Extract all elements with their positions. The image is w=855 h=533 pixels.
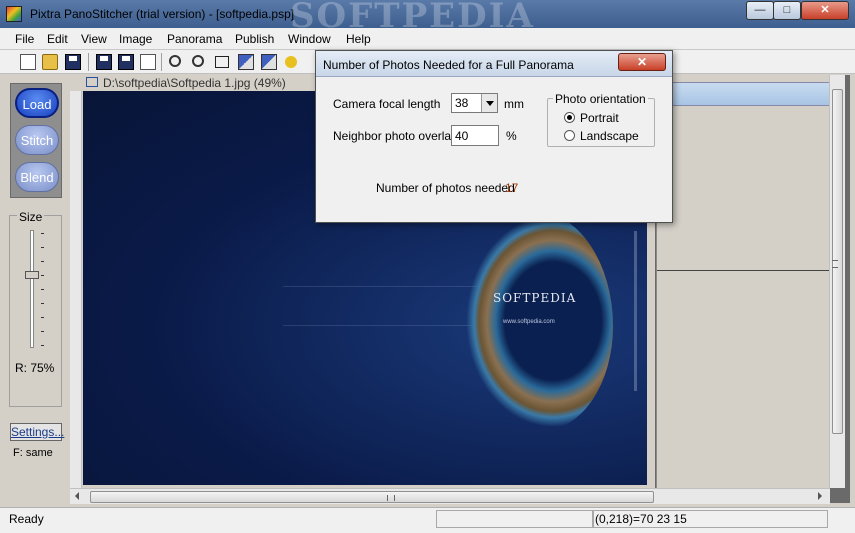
toolbar-separator (161, 53, 162, 71)
scroll-right-icon[interactable] (818, 492, 822, 500)
slider-tick (41, 275, 44, 276)
document-left-scrollbar[interactable] (70, 91, 82, 488)
slider-tick (41, 233, 44, 234)
zoom-out-icon[interactable] (192, 55, 204, 67)
load-button[interactable]: Load (15, 88, 59, 118)
horizontal-scrollbar-thumb[interactable] (90, 491, 654, 503)
right-scrollbar[interactable] (829, 75, 845, 488)
status-ready: Ready (9, 512, 44, 526)
close-button[interactable]: ✕ (801, 1, 849, 20)
focal-length-unit: mm (504, 97, 524, 111)
landscape-label[interactable]: Landscape (580, 129, 639, 143)
size-label: Size (17, 210, 45, 224)
scroll-left-icon[interactable] (75, 492, 79, 500)
slider-tick (41, 289, 44, 290)
action-button-group: Load Stitch Blend (10, 83, 62, 198)
slider-tick (41, 317, 44, 318)
menu-publish[interactable]: Publish (235, 32, 274, 46)
chevron-down-icon[interactable] (481, 94, 497, 112)
save-as-icon[interactable] (118, 54, 134, 70)
zoom-in-icon[interactable] (169, 55, 181, 67)
tile-icon[interactable] (238, 54, 254, 70)
print-icon[interactable] (140, 54, 156, 70)
right-pane (656, 75, 830, 488)
menu-edit[interactable]: Edit (47, 32, 68, 46)
document-icon (86, 77, 98, 87)
maximize-button[interactable]: □ (773, 1, 801, 20)
menu-window[interactable]: Window (288, 32, 331, 46)
status-bar: Ready (0,218)=70 23 15 (0, 507, 855, 533)
slider-tick (41, 303, 44, 304)
app-icon[interactable] (6, 6, 22, 22)
fit-window-icon[interactable] (215, 56, 229, 68)
slider-tick (41, 261, 44, 262)
overlap-unit: % (506, 129, 517, 143)
focal-length-label: Camera focal length (333, 97, 441, 111)
menu-panorama[interactable]: Panorama (167, 32, 222, 46)
landscape-radio[interactable] (564, 130, 575, 141)
status-cell (436, 510, 593, 528)
dialog-title: Number of Photos Needed for a Full Panor… (323, 58, 574, 72)
focal-length-combo[interactable]: 38 (451, 93, 498, 113)
minimize-button[interactable]: — (746, 1, 774, 20)
right-pane-divider (657, 270, 829, 271)
toolbar-separator (88, 53, 89, 71)
overlap-value: 40 (455, 129, 469, 143)
cascade-icon[interactable] (261, 54, 277, 70)
dialog-close-button[interactable]: ✕ (618, 53, 666, 71)
horizontal-scrollbar[interactable] (70, 488, 830, 504)
stitch-button[interactable]: Stitch (15, 125, 59, 155)
menu-file[interactable]: File (15, 32, 34, 46)
size-slider-thumb[interactable] (25, 271, 39, 279)
photos-needed-dialog: Number of Photos Needed for a Full Panor… (315, 50, 673, 223)
overlap-input[interactable]: 40 (451, 125, 499, 146)
menu-bar: File Edit View Image Panorama Publish Wi… (0, 28, 855, 50)
ratio-label: R: 75% (15, 361, 55, 375)
focal-length-value: 38 (455, 96, 469, 110)
save-icon[interactable] (65, 54, 81, 70)
slider-tick (41, 331, 44, 332)
portrait-radio[interactable] (564, 112, 575, 123)
save-image-icon[interactable] (96, 54, 112, 70)
left-panel: Load Stitch Blend Size R: 75% Settings..… (0, 75, 69, 507)
title-bar: Pixtra PanoStitcher (trial version) - [s… (0, 0, 855, 36)
slider-tick (41, 345, 44, 346)
f-label: F: same (13, 447, 53, 459)
document-path: D:\softpedia\Softpedia 1.jpg (49%) (103, 76, 286, 90)
brightness-icon[interactable] (285, 56, 297, 68)
new-document-icon[interactable] (20, 54, 36, 70)
image-brand-url: www.softpedia.com (503, 319, 555, 325)
open-folder-icon[interactable] (42, 54, 58, 70)
scroll-grip-icon (387, 495, 395, 501)
menu-view[interactable]: View (81, 32, 107, 46)
menu-image[interactable]: Image (119, 32, 152, 46)
menu-help[interactable]: Help (346, 32, 371, 46)
right-pane-header (657, 82, 829, 106)
size-group (9, 215, 62, 407)
portrait-label[interactable]: Portrait (580, 111, 619, 125)
dialog-title-bar[interactable]: Number of Photos Needed for a Full Panor… (316, 51, 672, 77)
overlap-label: Neighbor photo overlap (333, 129, 458, 143)
scroll-grip-icon (832, 260, 838, 268)
result-label: Number of photos needed (376, 181, 515, 195)
orientation-title: Photo orientation (553, 92, 648, 106)
slider-tick (41, 247, 44, 248)
size-slider-track[interactable] (30, 230, 34, 348)
result-value: 17 (505, 181, 519, 195)
settings-button[interactable]: Settings... (10, 423, 64, 441)
window-title: Pixtra PanoStitcher (trial version) - [s… (30, 7, 295, 21)
image-side-text (634, 231, 637, 391)
image-brand-text: SOFTPEDIA (493, 291, 577, 305)
blend-button[interactable]: Blend (15, 162, 59, 192)
status-coordinates: (0,218)=70 23 15 (595, 512, 687, 526)
